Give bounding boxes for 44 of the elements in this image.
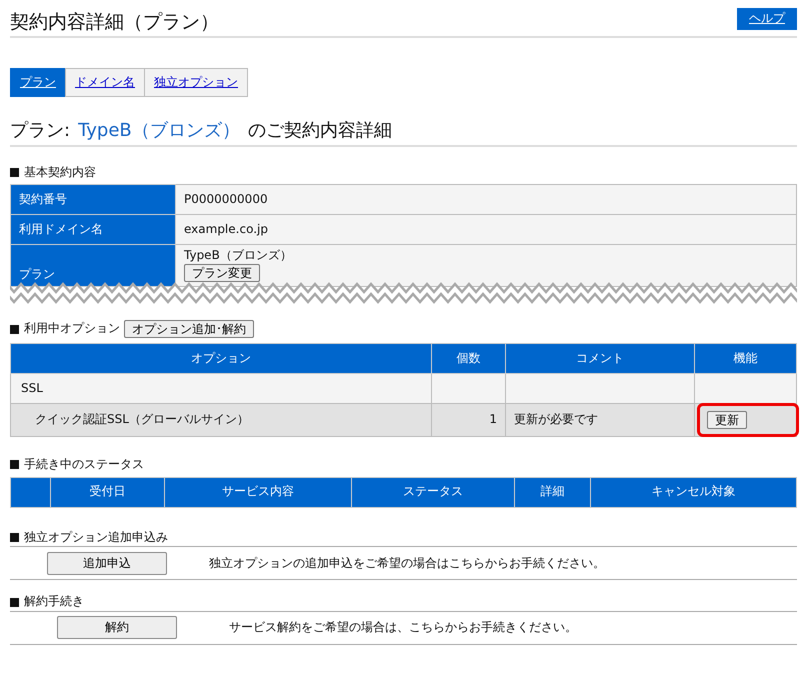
heading-text: のご契約内容詳細 [248,119,392,143]
column-header: オプション [10,344,432,374]
section-title: 基本契約内容 [24,164,96,180]
column-header: 詳細 [514,477,590,508]
heading-label: プラン: [10,119,70,143]
tab[interactable]: プラン [10,68,66,98]
section-title: 利用中オプション [24,321,120,337]
section-title: 解約手続き [24,594,84,610]
plan-value: TypeB（ブロンズ） [184,248,293,264]
cancel-contract-button[interactable]: 解約 [57,616,177,640]
row-value: P0000000000 [176,184,796,215]
row-label: 契約番号 [10,184,176,215]
square-bullet-icon [10,598,19,607]
page-title: 契約内容詳細（プラン） [10,10,219,34]
row-label: 利用ドメイン名 [10,214,176,245]
square-bullet-icon [10,533,19,542]
square-bullet-icon [10,460,19,470]
option-comment: 更新が必要です [506,404,694,437]
help-button[interactable]: ヘルプ [737,8,797,30]
row-value: example.co.jp [176,214,796,245]
column-header: 受付日 [50,477,164,508]
plan-change-button[interactable]: プラン変更 [184,264,260,282]
column-header: コメント [506,344,694,374]
renew-button[interactable]: 更新 [707,411,747,430]
section-title: 手続き中のステータス [24,457,144,473]
column-header: サービス内容 [164,477,352,508]
column-header: キャンセル対象 [590,477,796,508]
action-description: サービス解約をご希望の場合は、こちらからお手続きください。 [229,620,577,636]
add-option-button[interactable]: オプション追加･解約 [124,320,254,338]
column-header: ステータス [352,477,514,508]
option-name: クイック認証SSL（グローバルサイン） [10,404,432,437]
tab[interactable]: 独立オプション [144,68,248,98]
tab[interactable]: ドメイン名 [65,68,145,98]
action-description: 独立オプションの追加申込をご希望の場合はこちらからお手続ください。 [209,556,605,572]
apply-button[interactable]: 追加申込 [47,552,167,575]
option-group-name: SSL [10,374,432,404]
row-label: プラン [10,244,176,287]
section-title: 独立オプション追加申込み [24,530,168,546]
square-bullet-icon [10,168,19,177]
option-count: 1 [432,404,506,437]
plan-name: TypeB（ブロンズ） [78,119,240,143]
column-header: 個数 [432,344,506,374]
column-header: 機能 [694,344,796,374]
square-bullet-icon [10,324,19,334]
